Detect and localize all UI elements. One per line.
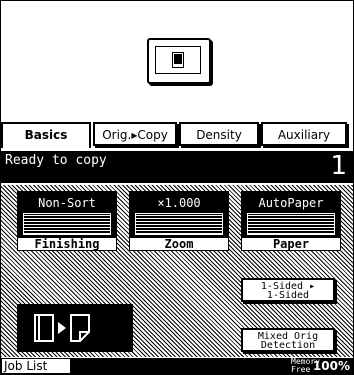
paper-value: AutoPaper bbox=[258, 196, 324, 210]
document-view-button[interactable] bbox=[147, 38, 211, 84]
status-message: Ready to copy bbox=[5, 153, 107, 168]
copy-mode-preview bbox=[17, 304, 133, 352]
tab-auxiliary[interactable]: Auxiliary bbox=[261, 122, 347, 146]
tab-bar: Basics Orig.▸Copy Density Auxiliary bbox=[1, 122, 353, 148]
finishing-lines bbox=[23, 213, 111, 235]
copy-count: 1 bbox=[330, 151, 347, 181]
status-bar: Ready to copy 1 bbox=[1, 151, 353, 183]
finishing-label: Finishing bbox=[17, 237, 117, 251]
sided-button[interactable]: 1-Sided ▸ 1-Sided bbox=[241, 278, 335, 302]
memory-free-value: 100% bbox=[312, 359, 350, 373]
finishing-button[interactable]: Non-Sort bbox=[17, 191, 117, 237]
zoom-setting: ×1.000 Zoom bbox=[129, 191, 229, 251]
mixed-line-2: Detection bbox=[260, 340, 316, 351]
paper-button[interactable]: AutoPaper bbox=[241, 191, 341, 237]
finishing-value: Non-Sort bbox=[38, 196, 96, 210]
copier-panel: Basics Orig.▸Copy Density Auxiliary Read… bbox=[0, 0, 354, 375]
document-view-inner bbox=[155, 46, 201, 74]
tab-orig-copy[interactable]: Orig.▸Copy bbox=[93, 122, 177, 146]
original-to-copy-icon bbox=[34, 314, 90, 342]
bottom-bar: Job List Memory Free 100% bbox=[1, 358, 353, 374]
zoom-label: Zoom bbox=[129, 237, 229, 251]
finishing-setting: Non-Sort Finishing bbox=[17, 191, 117, 251]
paper-setting: AutoPaper Paper bbox=[241, 191, 341, 251]
paper-label: Paper bbox=[241, 237, 341, 251]
tab-basics[interactable]: Basics bbox=[1, 122, 91, 148]
sided-line-2: 1-Sided bbox=[266, 290, 310, 301]
tab-density[interactable]: Density bbox=[179, 122, 259, 146]
mixed-orig-detection-button[interactable]: Mixed Orig Detection bbox=[241, 328, 335, 352]
zoom-value: ×1.000 bbox=[157, 196, 201, 210]
paper-lines bbox=[247, 213, 335, 235]
zoom-button[interactable]: ×1.000 bbox=[129, 191, 229, 237]
zoom-lines bbox=[135, 213, 223, 235]
job-list-button[interactable]: Job List bbox=[2, 359, 70, 373]
document-icon bbox=[172, 52, 184, 68]
